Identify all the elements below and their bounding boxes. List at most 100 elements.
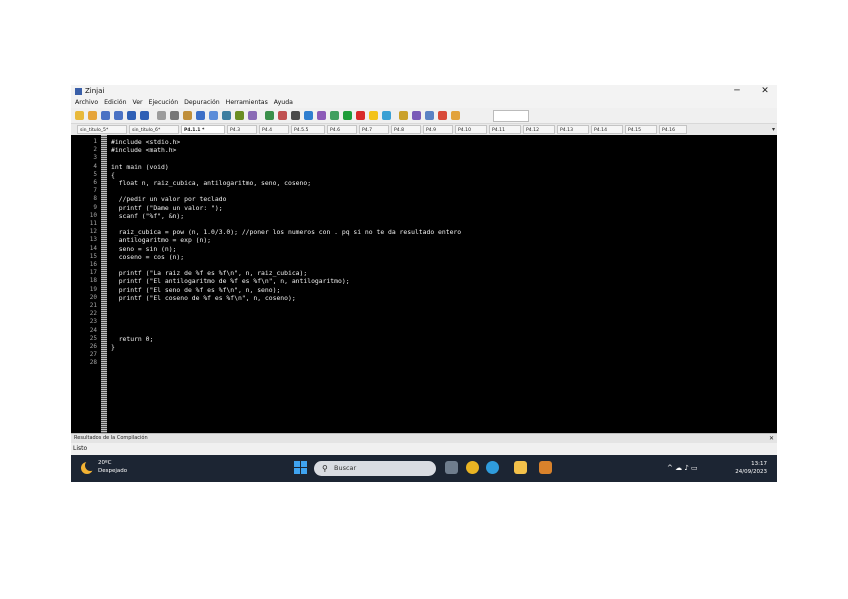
- clock[interactable]: 13:17 24/09/2023: [735, 460, 767, 476]
- goto-icon[interactable]: [222, 111, 231, 120]
- code-line[interactable]: printf ("La raiz de %f es %f\n", n, raiz…: [111, 269, 308, 277]
- weather-temperature: 20ºC: [98, 460, 112, 466]
- edge-icon[interactable]: [486, 461, 499, 474]
- line-number: 21: [89, 302, 97, 309]
- zinjai-icon[interactable]: [539, 461, 552, 474]
- line-number: 11: [89, 220, 97, 227]
- settings-icon[interactable]: [291, 111, 300, 120]
- code-line[interactable]: float n, raiz_cubica, antilogaritmo, sen…: [111, 179, 311, 187]
- line-number: 15: [89, 252, 97, 260]
- system-tray[interactable]: ^ ☁ ♪ ▭: [667, 462, 698, 474]
- save-icon[interactable]: [101, 111, 110, 120]
- windows-start-icon[interactable]: [294, 461, 308, 475]
- copy-icon[interactable]: [170, 111, 179, 120]
- minimize-button[interactable]: ─: [727, 85, 747, 98]
- file-tab[interactable]: P4.7: [359, 125, 389, 134]
- breakpoint-icon[interactable]: [369, 111, 378, 120]
- cut-icon[interactable]: [157, 111, 166, 120]
- menu-ver[interactable]: Ver: [132, 99, 142, 106]
- file-tab[interactable]: sin_titulo_5*: [77, 125, 127, 134]
- code-line[interactable]: //pedir un valor por teclado: [111, 195, 227, 203]
- file-explorer-icon[interactable]: [445, 461, 458, 474]
- chrome-icon[interactable]: [466, 461, 479, 474]
- file-tab[interactable]: P4.14: [591, 125, 623, 134]
- file-tab[interactable]: P4.5.5: [291, 125, 325, 134]
- new-file-icon[interactable]: [75, 111, 84, 120]
- toggle-comment-icon[interactable]: [235, 111, 244, 120]
- windows-taskbar: 20ºC Despejado ⚲ Buscar ^ ☁ ♪ ▭ 13:17 24…: [71, 455, 777, 482]
- menu-edicion[interactable]: Edición: [104, 99, 126, 106]
- line-number: 12: [89, 228, 97, 236]
- code-line[interactable]: printf ("Dame un valor: ");: [111, 204, 223, 212]
- close-button[interactable]: ✕: [755, 85, 775, 98]
- compile-results-close-icon[interactable]: ✕: [769, 434, 774, 443]
- open-folder-icon[interactable]: [88, 111, 97, 120]
- file-tab[interactable]: P4.15: [625, 125, 657, 134]
- step-icon[interactable]: [412, 111, 421, 120]
- code-line[interactable]: }: [111, 343, 115, 351]
- file-tab[interactable]: P4.8: [391, 125, 421, 134]
- stop-icon[interactable]: [356, 111, 365, 120]
- project-icon[interactable]: [425, 111, 434, 120]
- menu-depuracion[interactable]: Depuración: [184, 99, 220, 106]
- info-icon[interactable]: [317, 111, 326, 120]
- taskbar-search-input[interactable]: ⚲ Buscar: [314, 461, 436, 476]
- code-line[interactable]: printf ("El coseno de %f es %f\n", n, co…: [111, 294, 296, 302]
- menu-archivo[interactable]: Archivo: [75, 99, 98, 106]
- toolbar-search-input[interactable]: [493, 110, 529, 122]
- find-replace-icon[interactable]: [209, 111, 218, 120]
- compile-icon[interactable]: [265, 111, 274, 120]
- code-line[interactable]: raiz_cubica = pow (n, 1.0/3.0); //poner …: [111, 228, 461, 236]
- save-all-icon[interactable]: [114, 111, 123, 120]
- folder-icon[interactable]: [514, 461, 527, 474]
- file-tab[interactable]: P4.4: [259, 125, 289, 134]
- file-tab[interactable]: P4.16: [659, 125, 687, 134]
- debug-icon[interactable]: [330, 111, 339, 120]
- code-line[interactable]: #include <math.h>: [111, 146, 176, 154]
- file-tab[interactable]: P4.3: [227, 125, 257, 134]
- file-tab[interactable]: P4.6: [327, 125, 357, 134]
- weather-widget[interactable]: 20ºC Despejado: [81, 460, 141, 478]
- help-icon[interactable]: [304, 111, 313, 120]
- file-tab[interactable]: sin_titulo_6*: [129, 125, 179, 134]
- file-tab[interactable]: P4.13: [557, 125, 589, 134]
- code-line[interactable]: int main (void): [111, 163, 169, 171]
- line-number: 7: [93, 187, 97, 195]
- code-line[interactable]: antilogaritmo = exp (n);: [111, 236, 211, 244]
- tabs-overflow-icon[interactable]: ▾: [772, 124, 775, 135]
- menu-ejecucion[interactable]: Ejecución: [149, 99, 179, 106]
- file-tab[interactable]: P4.1.1 *: [181, 125, 225, 134]
- code-line[interactable]: return 0;: [111, 335, 154, 343]
- code-line[interactable]: printf ("El seno de %f es %f\n", n, seno…: [111, 286, 281, 294]
- line-number: 9: [93, 203, 97, 211]
- bug-icon[interactable]: [451, 111, 460, 120]
- file-tab[interactable]: P4.10: [455, 125, 487, 134]
- code-line[interactable]: coseno = cos (n);: [111, 253, 184, 261]
- file-tab[interactable]: P4.12: [523, 125, 555, 134]
- file-tab[interactable]: P4.9: [423, 125, 453, 134]
- undo-icon[interactable]: [127, 111, 136, 120]
- code-line[interactable]: seno = sin (n);: [111, 245, 177, 253]
- inspect-icon[interactable]: [399, 111, 408, 120]
- build-icon[interactable]: [278, 111, 287, 120]
- menu-herramientas[interactable]: Herramientas: [226, 99, 268, 106]
- code-line[interactable]: {: [111, 171, 115, 179]
- indent-icon[interactable]: [248, 111, 257, 120]
- code-editor[interactable]: 1 2 3 4 5 6 7 8 9 10 11 12 13 14 15 16 17 18 19 20 21 22 23 24 2…: [71, 135, 777, 433]
- paste-icon[interactable]: [183, 111, 192, 120]
- find-icon[interactable]: [196, 111, 205, 120]
- code-line[interactable]: printf ("El antilogaritmo de %f es %f\n"…: [111, 277, 350, 285]
- fold-margin[interactable]: [101, 135, 107, 433]
- menu-ayuda[interactable]: Ayuda: [274, 99, 293, 106]
- watch-icon[interactable]: [382, 111, 391, 120]
- file-tab[interactable]: P4.11: [489, 125, 521, 134]
- search-placeholder: Buscar: [334, 464, 357, 472]
- title-bar: Zinjai ─ ✕: [71, 85, 777, 98]
- line-number: 18: [89, 277, 97, 285]
- code-line[interactable]: #include <stdio.h>: [111, 138, 180, 146]
- redo-icon[interactable]: [140, 111, 149, 120]
- flag-icon[interactable]: [438, 111, 447, 120]
- code-line[interactable]: scanf ("%f", &n);: [111, 212, 184, 220]
- zinjai-window: Zinjai ─ ✕ Archivo Edición Ver Ejecución…: [71, 85, 777, 482]
- run-icon[interactable]: [343, 111, 352, 120]
